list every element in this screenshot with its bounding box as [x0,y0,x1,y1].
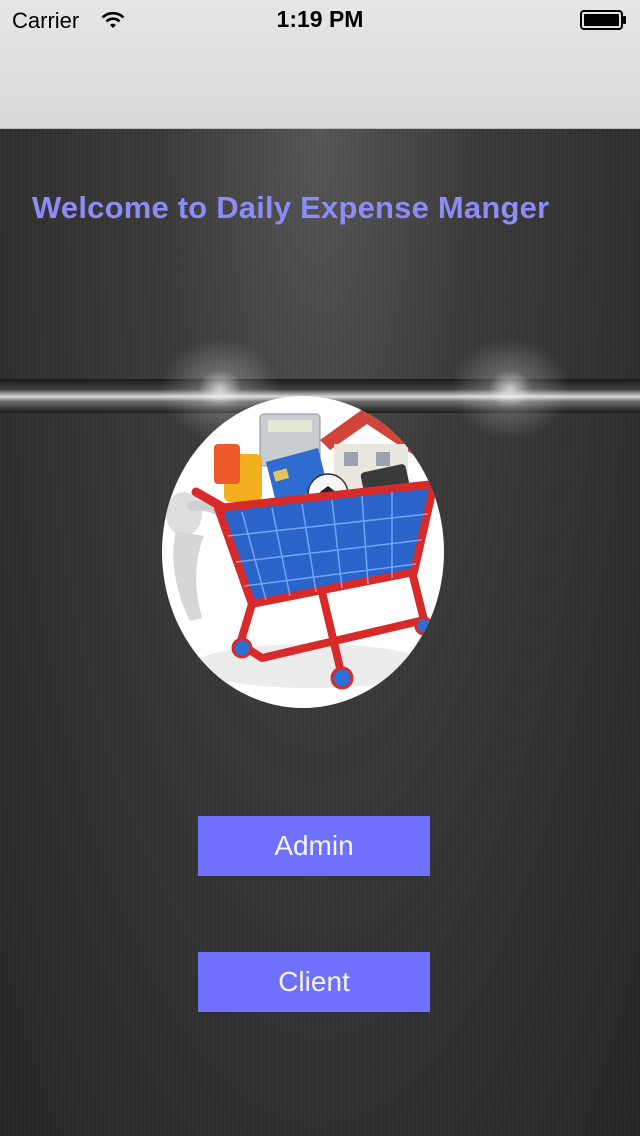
screen: Carrier 1:19 PM Welcome to Daily Expense… [0,0,640,1136]
status-bar: Carrier 1:19 PM [0,0,640,129]
clock: 1:19 PM [276,6,364,32]
light-glow [440,329,580,449]
page-title: Welcome to Daily Expense Manger [32,190,550,225]
shopping-cart-icon [162,396,444,708]
battery-icon [580,10,626,30]
admin-button[interactable]: Admin [198,816,430,876]
client-button[interactable]: Client [198,952,430,1012]
